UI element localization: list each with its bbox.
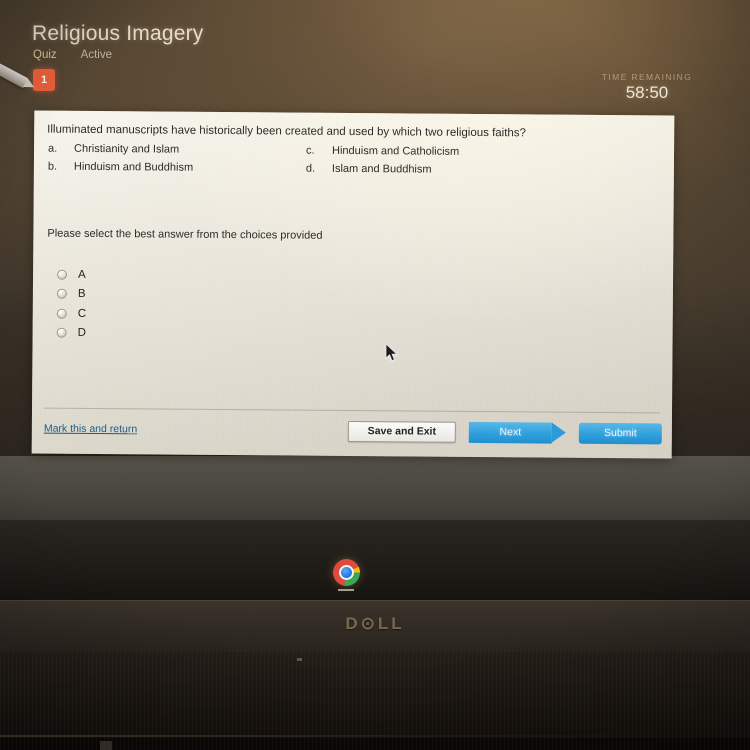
- timer-value: 58:50: [625, 83, 669, 102]
- footer-button-group: Save and Exit Next Submit: [347, 420, 662, 444]
- answer-label-b: B: [77, 288, 86, 301]
- chrome-icon[interactable]: [333, 559, 360, 586]
- submit-button[interactable]: Submit: [578, 422, 662, 444]
- chrome-active-indicator: [338, 589, 354, 591]
- choice-text-d: Islam and Buddhism: [331, 163, 432, 176]
- answer-label-c: C: [77, 307, 87, 320]
- choice-item-d: d. Islam and Buddhism: [306, 162, 662, 180]
- quiz-content-card: Illuminated manuscripts have historicall…: [31, 110, 675, 459]
- breadcrumb: Quiz Active: [33, 49, 112, 61]
- instruction-text: Please select the best answer from the c…: [47, 227, 323, 242]
- choice-text-c: Hinduism and Catholicism: [332, 144, 460, 158]
- desktop-background: [0, 456, 750, 520]
- breadcrumb-item-quiz[interactable]: Quiz: [33, 49, 57, 61]
- choice-letter-a: a.: [48, 142, 58, 155]
- mouse-cursor: [386, 344, 398, 362]
- radio-button-b[interactable]: [56, 289, 67, 300]
- answer-label-a: A: [78, 268, 86, 281]
- next-button[interactable]: Next: [468, 421, 552, 444]
- base-highlight: [0, 735, 750, 737]
- radio-button-d[interactable]: [56, 328, 67, 339]
- choice-item-a: a. Christianity and Islam: [48, 141, 306, 158]
- base-bottom-strip: [0, 738, 750, 750]
- choice-letter-b: b.: [47, 160, 58, 174]
- stylus-pencil: [0, 62, 29, 89]
- choice-item-c: c. Hinduism and Catholicism: [306, 143, 662, 161]
- question-prompt: Illuminated manuscripts have historicall…: [47, 123, 527, 140]
- base-notch: [100, 741, 112, 750]
- page-title: Religious Imagery: [32, 22, 204, 45]
- choice-text-a: Christianity and Islam: [74, 142, 180, 156]
- mark-this-and-return-link[interactable]: Mark this and return: [44, 423, 137, 436]
- choice-letter-d: d.: [305, 162, 316, 176]
- answer-radio-group: A B C D: [56, 265, 662, 348]
- choice-text-b: Hinduism and Buddhism: [73, 161, 194, 175]
- answer-option-d[interactable]: D: [56, 323, 661, 347]
- question-number-badge[interactable]: 1: [33, 69, 55, 91]
- save-and-exit-button[interactable]: Save and Exit: [347, 420, 456, 443]
- screen-area: Religious Imagery Quiz Active 1 TIME REM…: [0, 0, 750, 520]
- choice-list: a. Christianity and Islam b. Hinduism an…: [48, 141, 662, 180]
- radio-button-a[interactable]: [57, 269, 68, 280]
- dell-brand-logo: D⊙LL: [345, 614, 405, 633]
- choice-letter-c: c.: [306, 144, 315, 157]
- breadcrumb-item-active[interactable]: Active: [81, 49, 112, 61]
- radio-button-c[interactable]: [56, 308, 67, 319]
- timer: TIME REMAINING 58:50: [572, 72, 722, 103]
- laptop-bezel: D⊙LL: [0, 600, 750, 652]
- laptop-base: [0, 652, 750, 750]
- laptop-screen-photo: Religious Imagery Quiz Active 1 TIME REM…: [0, 0, 750, 750]
- answer-label-d: D: [77, 327, 86, 340]
- timer-label: TIME REMAINING: [601, 72, 693, 82]
- choice-item-b: b. Hinduism and Buddhism: [48, 160, 306, 177]
- card-footer: Mark this and return Save and Exit Next …: [44, 412, 662, 451]
- base-speck: [297, 658, 302, 661]
- taskbar: [0, 520, 750, 600]
